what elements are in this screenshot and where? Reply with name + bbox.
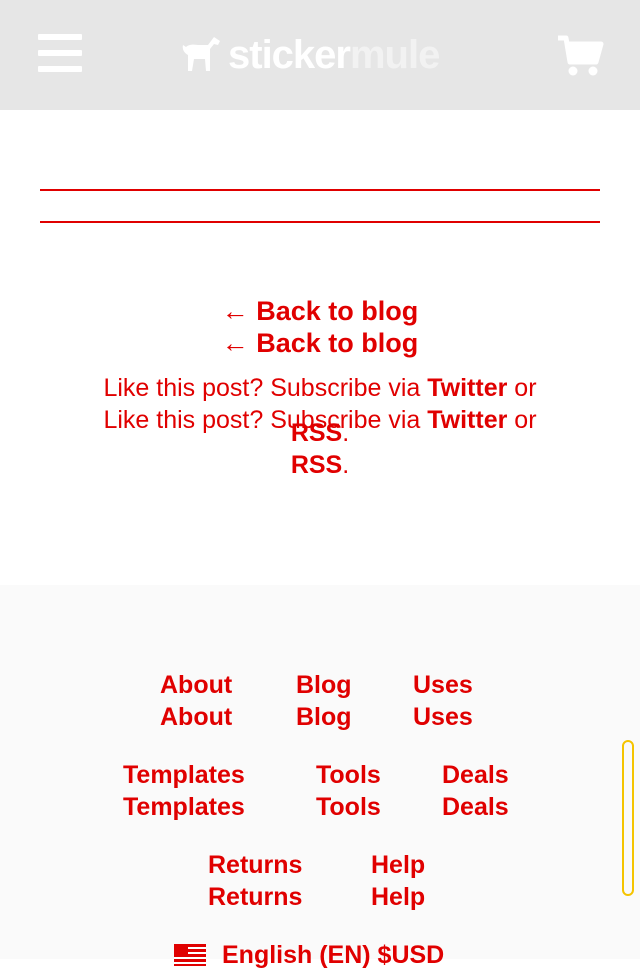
- subscribe-text: Like this post? Subscribe via Twitter or: [0, 408, 640, 433]
- rss-period: .: [342, 451, 350, 479]
- twitter-link[interactable]: Twitter: [427, 374, 507, 402]
- footer-link-about[interactable]: About: [160, 673, 232, 698]
- language-label: English (EN) $USD: [222, 940, 445, 969]
- footer-link-tools[interactable]: Tools: [316, 763, 381, 788]
- rss-line: RSS.: [0, 453, 640, 478]
- language-selector[interactable]: English (EN) $USD: [174, 940, 444, 970]
- footer-link-blog[interactable]: Blog: [296, 705, 352, 730]
- footer-link-about[interactable]: About: [160, 705, 232, 730]
- subscribe-prefix: Like this post? Subscribe via: [103, 374, 428, 402]
- subscribe-or: or: [507, 406, 537, 434]
- footer-link-uses[interactable]: Uses: [413, 673, 473, 698]
- logo-text-sticker: sticker: [228, 33, 351, 77]
- scrollbar[interactable]: [622, 740, 634, 896]
- subscribe-or: or: [507, 374, 537, 402]
- footer-link-returns[interactable]: Returns: [208, 853, 302, 878]
- back-to-blog-link[interactable]: ← Back to blog: [0, 298, 640, 325]
- footer-link-templates[interactable]: Templates: [123, 763, 245, 788]
- divider-rule-top: [40, 189, 600, 191]
- footer-link-templates[interactable]: Templates: [123, 795, 245, 820]
- rss-link[interactable]: RSS: [291, 451, 342, 479]
- divider-rule-bottom: [40, 221, 600, 223]
- mule-logo-icon: [182, 37, 220, 71]
- footer-link-deals[interactable]: Deals: [442, 795, 509, 820]
- footer-link-deals[interactable]: Deals: [442, 763, 509, 788]
- shopping-cart-icon[interactable]: [556, 34, 604, 78]
- subscribe-prefix: Like this post? Subscribe via: [103, 406, 428, 434]
- footer-link-uses[interactable]: Uses: [413, 705, 473, 730]
- logo-text-mule: mule: [349, 33, 440, 77]
- footer-link-blog[interactable]: Blog: [296, 673, 352, 698]
- footer-link-help[interactable]: Help: [371, 885, 425, 910]
- hamburger-menu-icon[interactable]: [38, 34, 82, 74]
- footer-link-returns[interactable]: Returns: [208, 885, 302, 910]
- site-logo[interactable]: stickermule: [180, 30, 440, 80]
- us-flag-icon: [174, 944, 206, 966]
- footer-link-tools[interactable]: Tools: [316, 795, 381, 820]
- subscribe-text: Like this post? Subscribe via Twitter or: [0, 376, 640, 401]
- site-header: stickermule: [0, 0, 640, 110]
- back-to-blog-link[interactable]: ← Back to blog: [0, 330, 640, 357]
- footer-link-help[interactable]: Help: [371, 853, 425, 878]
- twitter-link[interactable]: Twitter: [427, 406, 507, 434]
